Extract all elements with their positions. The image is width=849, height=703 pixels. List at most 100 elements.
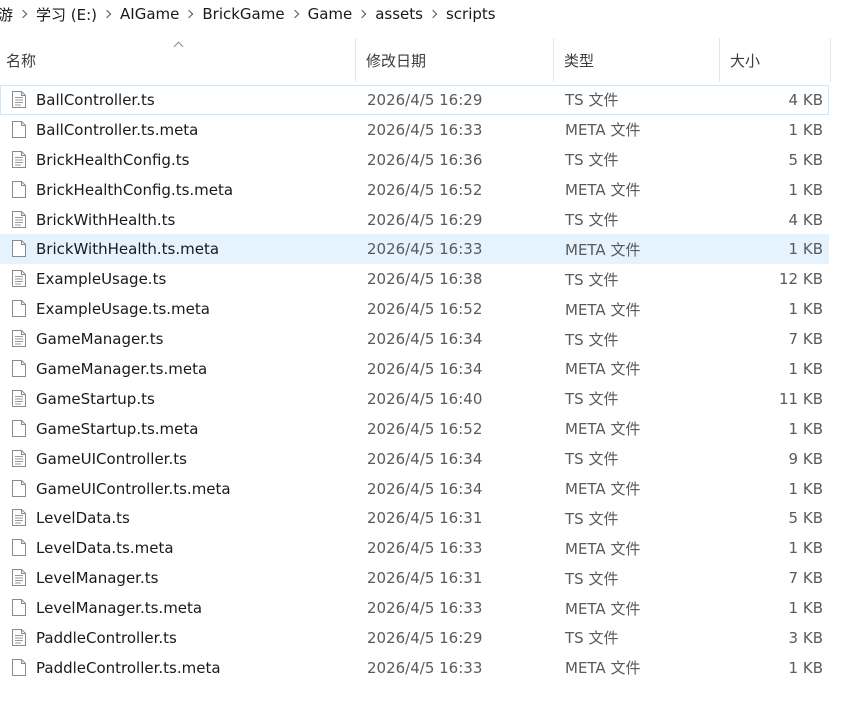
file-row[interactable]: GameManager.ts.meta 2026/4/5 16:34 META 文件… bbox=[0, 354, 829, 384]
file-size: 1 KB bbox=[788, 539, 823, 558]
column-header: 名称 修改日期 类型 大小 bbox=[0, 38, 849, 82]
chevron-right-icon[interactable] bbox=[104, 10, 112, 18]
file-row[interactable]: GameManager.ts 2026/4/5 16:34 TS 文件 7 KB bbox=[0, 324, 829, 354]
chevron-right-icon[interactable] bbox=[430, 10, 438, 18]
file-name: LevelData.ts bbox=[36, 509, 130, 528]
blank-file-icon bbox=[12, 599, 26, 617]
breadcrumb-item-brickgame[interactable]: BrickGame bbox=[200, 5, 286, 23]
text-file-icon bbox=[12, 270, 26, 288]
file-size: 11 KB bbox=[779, 389, 823, 408]
breadcrumb-item-root[interactable]: 游 bbox=[0, 4, 15, 25]
chevron-right-icon[interactable] bbox=[186, 10, 194, 18]
chevron-right-icon[interactable] bbox=[20, 10, 28, 18]
file-date: 2026/4/5 16:52 bbox=[367, 180, 483, 199]
file-size: 1 KB bbox=[788, 479, 823, 498]
blank-file-icon bbox=[12, 419, 26, 437]
blank-file-icon bbox=[12, 240, 26, 258]
text-file-icon bbox=[12, 91, 26, 108]
file-row[interactable]: ExampleUsage.ts.meta 2026/4/5 16:52 META 文… bbox=[0, 294, 829, 324]
file-size: 4 KB bbox=[788, 210, 823, 229]
column-divider[interactable] bbox=[830, 38, 831, 82]
file-type: META 文件 bbox=[565, 240, 641, 259]
file-type: META 文件 bbox=[565, 300, 641, 319]
file-date: 2026/4/5 16:29 bbox=[367, 210, 483, 229]
file-name: BrickHealthConfig.ts.meta bbox=[36, 180, 234, 199]
file-row[interactable]: GameStartup.ts 2026/4/5 16:40 TS 文件 11 KB bbox=[0, 384, 829, 414]
file-type: META 文件 bbox=[565, 539, 641, 558]
file-date: 2026/4/5 16:34 bbox=[367, 330, 483, 349]
column-header-name[interactable]: 名称 bbox=[0, 38, 355, 82]
file-row[interactable]: BrickHealthConfig.ts.meta 2026/4/5 16:52 M… bbox=[0, 175, 829, 205]
text-file-icon bbox=[12, 449, 26, 467]
file-row[interactable]: GameUIController.ts.meta 2026/4/5 16:34 ME… bbox=[0, 474, 829, 504]
breadcrumb-item-scripts[interactable]: scripts bbox=[444, 5, 498, 23]
file-row[interactable]: ExampleUsage.ts 2026/4/5 16:38 TS 文件 12 KB bbox=[0, 264, 829, 294]
column-header-type-label: 类型 bbox=[564, 51, 595, 70]
file-name: GameStartup.ts bbox=[36, 389, 155, 408]
file-type: META 文件 bbox=[565, 360, 641, 379]
file-size: 1 KB bbox=[788, 359, 823, 378]
file-row[interactable]: PaddleController.ts.meta 2026/4/5 16:33 ME… bbox=[0, 653, 829, 683]
column-header-date-label: 修改日期 bbox=[366, 51, 427, 70]
file-type: TS 文件 bbox=[565, 509, 619, 528]
breadcrumb-item-aigame[interactable]: AIGame bbox=[118, 5, 181, 23]
column-header-date[interactable]: 修改日期 bbox=[356, 38, 553, 82]
file-date: 2026/4/5 16:34 bbox=[367, 359, 483, 378]
file-date: 2026/4/5 16:33 bbox=[367, 599, 483, 618]
file-row[interactable]: LevelData.ts.meta 2026/4/5 16:33 META 文件 1 … bbox=[0, 533, 829, 563]
file-row[interactable]: GameStartup.ts.meta 2026/4/5 16:52 META 文件… bbox=[0, 414, 829, 444]
file-explorer-window: 游 学习 (E:) AIGame BrickGame Game assets s… bbox=[0, 0, 849, 703]
file-name: GameManager.ts bbox=[36, 330, 164, 349]
column-header-type[interactable]: 类型 bbox=[554, 38, 719, 82]
column-header-size[interactable]: 大小 bbox=[720, 38, 830, 82]
breadcrumb: 游 学习 (E:) AIGame BrickGame Game assets s… bbox=[0, 0, 498, 28]
file-name: GameManager.ts.meta bbox=[36, 359, 208, 378]
file-row[interactable]: BrickHealthConfig.ts 2026/4/5 16:36 TS 文件 5… bbox=[0, 145, 829, 175]
file-type: TS 文件 bbox=[565, 91, 619, 110]
text-file-icon bbox=[12, 569, 26, 587]
file-date: 2026/4/5 16:36 bbox=[367, 150, 483, 169]
file-size: 4 KB bbox=[788, 90, 823, 109]
file-row[interactable]: GameUIController.ts 2026/4/5 16:34 TS 文件 9 … bbox=[0, 444, 829, 474]
file-row[interactable]: BallController.ts 2026/4/5 16:29 TS 文件 4 KB bbox=[0, 85, 829, 115]
file-size: 1 KB bbox=[788, 419, 823, 438]
file-date: 2026/4/5 16:34 bbox=[367, 449, 483, 468]
file-row[interactable]: PaddleController.ts 2026/4/5 16:29 TS 文件 3 … bbox=[0, 623, 829, 653]
column-header-size-label: 大小 bbox=[730, 51, 761, 70]
file-date: 2026/4/5 16:31 bbox=[367, 509, 483, 528]
file-type: META 文件 bbox=[565, 420, 641, 439]
text-file-icon bbox=[12, 629, 26, 647]
file-date: 2026/4/5 16:38 bbox=[367, 270, 483, 289]
breadcrumb-item-assets[interactable]: assets bbox=[373, 5, 425, 23]
file-size: 5 KB bbox=[788, 509, 823, 528]
breadcrumb-item-game[interactable]: Game bbox=[306, 5, 355, 23]
file-size: 1 KB bbox=[788, 599, 823, 618]
file-date: 2026/4/5 16:52 bbox=[367, 300, 483, 319]
file-row[interactable]: BrickWithHealth.ts 2026/4/5 16:29 TS 文件 4 K… bbox=[0, 205, 829, 235]
breadcrumb-item-drive[interactable]: 学习 (E:) bbox=[34, 4, 99, 25]
file-row[interactable]: BrickWithHealth.ts.meta 2026/4/5 16:33 MET… bbox=[0, 234, 829, 265]
file-size: 7 KB bbox=[788, 330, 823, 349]
file-row[interactable]: LevelManager.ts 2026/4/5 16:31 TS 文件 7 KB bbox=[0, 563, 829, 593]
file-type: META 文件 bbox=[565, 480, 641, 499]
text-file-icon bbox=[12, 389, 26, 407]
file-type: TS 文件 bbox=[565, 211, 619, 229]
file-date: 2026/4/5 16:52 bbox=[367, 419, 483, 438]
text-file-icon bbox=[12, 210, 26, 228]
file-type: META 文件 bbox=[565, 659, 641, 678]
blank-file-icon bbox=[12, 300, 26, 318]
file-row[interactable]: LevelData.ts 2026/4/5 16:31 TS 文件 5 KB bbox=[0, 503, 829, 533]
text-file-icon bbox=[12, 150, 26, 168]
file-type: META 文件 bbox=[565, 599, 641, 618]
file-row[interactable]: LevelManager.ts.meta 2026/4/5 16:33 META 文… bbox=[0, 593, 829, 623]
chevron-right-icon[interactable] bbox=[359, 10, 367, 18]
file-date: 2026/4/5 16:29 bbox=[367, 90, 483, 109]
chevron-right-icon[interactable] bbox=[292, 10, 300, 18]
file-size: 7 KB bbox=[788, 569, 823, 588]
blank-file-icon bbox=[12, 120, 26, 138]
file-row[interactable]: BallController.ts.meta 2026/4/5 16:33 META… bbox=[0, 115, 829, 145]
file-list: BallController.ts 2026/4/5 16:29 TS 文件 4 KB… bbox=[0, 85, 849, 683]
file-size: 1 KB bbox=[788, 658, 823, 677]
column-header-name-label: 名称 bbox=[6, 51, 37, 70]
file-name: GameStartup.ts.meta bbox=[36, 419, 199, 438]
